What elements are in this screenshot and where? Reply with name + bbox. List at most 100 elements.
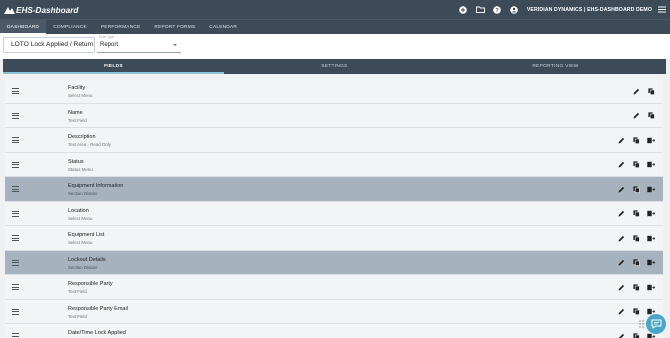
copy-icon[interactable] [632, 234, 640, 242]
edit-icon[interactable] [617, 185, 625, 193]
edit-icon[interactable] [617, 234, 625, 242]
edit-icon[interactable] [617, 308, 625, 316]
field-type: Text Field [68, 117, 87, 123]
nav-tab-performance[interactable]: PERFORMANCE [94, 20, 148, 35]
edit-icon[interactable] [617, 259, 625, 267]
tab-settings[interactable]: SETTINGS [224, 59, 445, 74]
nav-tab-calendar[interactable]: CALENDAR [202, 20, 244, 35]
edit-icon[interactable] [617, 136, 625, 144]
field-list: Facility Select Menu Name Text Field Descrip… [5, 79, 663, 338]
move-to-icon[interactable] [647, 161, 655, 169]
org-label[interactable]: VERIDIAN DYNAMICS | EHS-DASHBOARD DEMO [527, 7, 652, 13]
folder-icon[interactable] [475, 5, 485, 14]
field-name: Facility [68, 85, 86, 91]
field-type: Section Divider [68, 264, 98, 270]
form-header: LOTO Lock Applied / Return to Service Fo… [0, 34, 670, 59]
grip-icon[interactable] [639, 320, 645, 328]
copy-icon[interactable] [632, 259, 640, 267]
field-type: Text Field [68, 313, 87, 319]
copy-icon[interactable] [632, 308, 640, 316]
form-type-caption: Form Type [99, 35, 115, 39]
drag-handle-icon[interactable] [12, 333, 19, 338]
field-name: Status [68, 158, 84, 165]
copy-icon[interactable] [647, 112, 655, 120]
edit-icon[interactable] [632, 87, 640, 95]
copy-icon[interactable] [632, 332, 640, 338]
section-divider-row[interactable]: Lockout Details Section Divider [5, 250, 663, 275]
field-type: Select Menu [68, 215, 93, 221]
drag-handle-icon[interactable] [12, 259, 19, 266]
edit-icon[interactable] [617, 161, 625, 169]
drag-handle-icon[interactable] [12, 308, 19, 315]
field-name: Description [68, 134, 96, 140]
field-row[interactable]: Date/Time Lock Applied [5, 324, 663, 338]
copy-icon[interactable] [632, 136, 640, 144]
menu-icon[interactable] [658, 6, 666, 14]
move-to-icon[interactable] [647, 136, 655, 144]
form-type-value: Report [100, 42, 119, 48]
field-name: Responsible Party [68, 281, 113, 287]
field-type: Select Menu [68, 240, 93, 245]
field-row[interactable]: Name Text Field [5, 103, 663, 128]
drag-handle-icon[interactable] [12, 284, 19, 290]
field-type: Status Menu [68, 166, 93, 172]
tab-reporting-view[interactable]: REPORTING VIEW [445, 59, 666, 74]
nav-tab-compliance[interactable]: COMPLIANCE [46, 20, 94, 35]
field-row[interactable]: Status Status Menu [5, 152, 663, 177]
tab-fields[interactable]: FIELDS [3, 59, 224, 74]
copy-icon[interactable] [647, 87, 655, 95]
move-to-icon[interactable] [647, 259, 655, 267]
field-name: Date/Time Lock Applied [68, 330, 126, 336]
field-row[interactable]: Description Text Area - Read Only [5, 128, 663, 153]
add-circle-icon[interactable] [459, 5, 468, 14]
chevron-down-icon [173, 44, 177, 46]
field-type: Select Menu [68, 93, 93, 98]
edit-icon[interactable] [617, 210, 625, 218]
chat-button[interactable] [646, 314, 666, 334]
logo-mark: EHS-Dashboard [4, 6, 79, 15]
copy-icon[interactable] [632, 185, 640, 193]
edit-icon[interactable] [617, 283, 625, 291]
app-logo[interactable]: EHS-Dashboard [4, 4, 94, 16]
edit-icon[interactable] [632, 112, 640, 120]
edit-icon[interactable] [617, 332, 625, 338]
chat-icon [651, 319, 661, 329]
drag-handle-icon[interactable] [12, 88, 19, 94]
field-row[interactable]: Responsible Party Email Text Field [5, 299, 663, 324]
field-type: Section Divider [68, 191, 98, 196]
field-row[interactable]: Responsible Party Text Field [5, 275, 663, 300]
field-name: Equipment Information [68, 183, 124, 189]
field-name: Equipment List [68, 232, 105, 238]
drag-handle-icon[interactable] [12, 112, 19, 119]
field-name: Responsible Party Email [68, 305, 128, 312]
help-icon[interactable]: ? [493, 5, 502, 14]
move-to-icon[interactable] [647, 185, 655, 193]
move-to-icon[interactable] [647, 210, 655, 218]
drag-handle-icon[interactable] [12, 186, 19, 192]
nav-tab-dashboard[interactable]: DASHBOARD [0, 20, 47, 35]
field-type: Text Field [68, 289, 87, 294]
copy-icon[interactable] [632, 210, 640, 218]
field-row[interactable]: Location Select Menu [5, 201, 663, 226]
field-row[interactable]: Facility Select Menu [5, 79, 663, 104]
nav-tab-report-forms[interactable]: REPORT FORMS [147, 20, 202, 35]
field-type: Text Area - Read Only [68, 142, 111, 147]
drag-handle-icon[interactable] [12, 161, 19, 168]
drag-handle-icon[interactable] [12, 137, 19, 143]
form-title-input[interactable]: LOTO Lock Applied / Return to Service [3, 37, 95, 53]
copy-icon[interactable] [632, 161, 640, 169]
top-bar: EHS-Dashboard ? VERIDIAN DYNAMICS | EHS-… [0, 0, 670, 19]
drag-handle-icon[interactable] [12, 210, 19, 217]
field-name: Name [68, 109, 83, 116]
logo-text: EHS-Dashboard [16, 6, 79, 15]
copy-icon[interactable] [632, 283, 640, 291]
section-divider-row[interactable]: Equipment Information Section Divider [5, 177, 663, 202]
move-to-icon[interactable] [647, 234, 655, 242]
form-subtabs: FIELDS SETTINGS REPORTING VIEW [3, 59, 666, 74]
field-row[interactable]: Equipment List Select Menu [5, 226, 663, 251]
drag-handle-icon[interactable] [12, 235, 19, 241]
form-type-select[interactable]: Form Type Report [97, 35, 181, 53]
main-nav: DASHBOARD COMPLIANCE PERFORMANCE REPORT … [0, 19, 670, 35]
move-to-icon[interactable] [647, 283, 655, 291]
account-icon[interactable] [510, 5, 519, 14]
